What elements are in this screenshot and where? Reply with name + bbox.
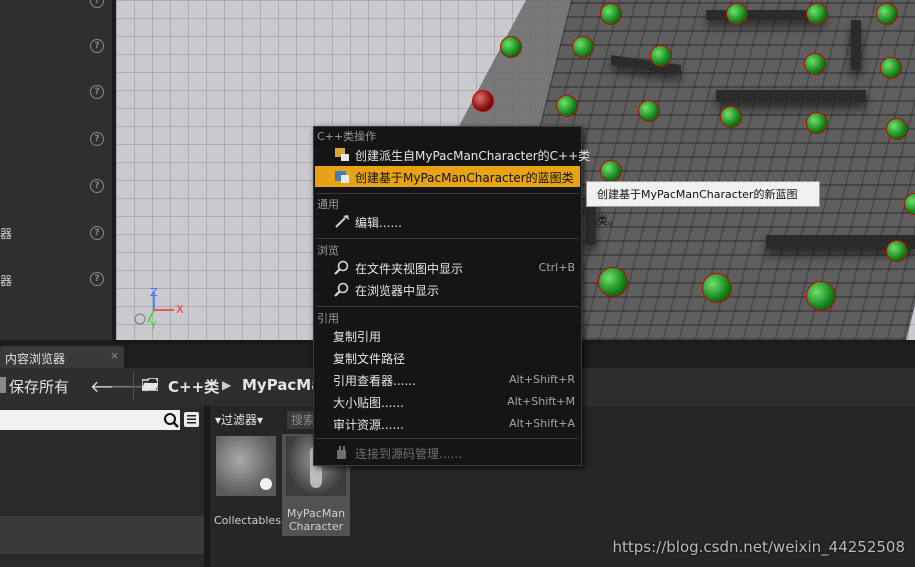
shortcut-label: Ctrl+B [538, 261, 575, 274]
help-icon[interactable]: ? [90, 179, 104, 193]
menu-item-create-blueprint-class[interactable]: 创建基于MyPacManCharacter的蓝图类 [315, 166, 580, 187]
search-icon[interactable] [163, 412, 179, 428]
folder-search-input[interactable] [0, 410, 180, 430]
pellet [600, 3, 622, 25]
menu-section-browse: 浏览 [317, 244, 339, 257]
menu-item-audit-assets[interactable]: 审计资源...... Alt+Shift+A [315, 413, 580, 434]
menu-divider [316, 306, 579, 307]
pellet [598, 267, 628, 297]
tab-content-browser-label: 内容浏览器 [5, 352, 66, 366]
save-all-button[interactable]: 保存所有 [9, 376, 69, 397]
help-icon[interactable]: ? [90, 226, 104, 240]
detail-property-label: 器 [0, 227, 13, 241]
chevron-right-icon[interactable]: ▶ [222, 378, 231, 392]
pellet [650, 45, 672, 67]
pellet [804, 53, 826, 75]
menu-divider [316, 438, 579, 439]
pellet [720, 106, 742, 128]
menu-divider [316, 238, 579, 239]
details-panel: ? ? ? ? ? ? ? 器 器 [0, 0, 116, 340]
asset-name: MyPacMan [286, 507, 346, 520]
pellet [806, 112, 828, 134]
pellet [806, 3, 828, 25]
menu-section-references: 引用 [317, 312, 339, 325]
shortcut-label: Alt+Shift+M [507, 395, 575, 408]
menu-item-connect-source-control[interactable]: 连接到源码管理...... [315, 442, 580, 463]
axis-label-x: X [176, 303, 184, 316]
wrench-icon [335, 215, 349, 228]
context-menu: C++类操作 创建派生自MyPacManCharacter的C++类 创建基于M… [313, 126, 590, 466]
list-view-icon[interactable] [184, 412, 199, 427]
shortcut-label: Alt+Shift+R [509, 373, 575, 386]
axis-gizmo: Z X Y [134, 288, 184, 332]
help-icon[interactable]: ? [90, 85, 104, 99]
pellet [886, 118, 908, 140]
menu-item-reference-viewer[interactable]: 引用查看器...... Alt+Shift+R [315, 369, 580, 390]
help-icon[interactable]: ? [90, 0, 104, 8]
menu-item-create-cpp-class[interactable]: 创建派生自MyPacManCharacter的C++类 [315, 144, 590, 165]
help-icon[interactable]: ? [90, 132, 104, 146]
source-control-icon [337, 446, 346, 459]
help-icon[interactable]: ? [90, 272, 104, 286]
axis-label-y: Y [149, 319, 157, 332]
help-icon[interactable]: ? [90, 39, 104, 53]
detail-property-label: 器 [0, 274, 13, 288]
axis-label-z: Z [150, 288, 158, 299]
magnify-icon [334, 282, 349, 297]
menu-item-edit[interactable]: 编辑...... [315, 211, 580, 232]
asset-tile-collectables[interactable]: Collectables [214, 434, 281, 536]
save-icon[interactable] [0, 377, 6, 393]
pellet [572, 36, 594, 58]
pellet [876, 3, 898, 25]
blueprint-class-icon [335, 171, 349, 183]
maze-wall [716, 90, 866, 102]
pellet [806, 281, 836, 311]
pellet [880, 57, 902, 79]
magnify-icon [334, 260, 349, 275]
cpp-class-icon [335, 148, 349, 161]
tooltip: 创建基于MyPacManCharacter的新蓝图类。 [586, 181, 820, 227]
asset-name: Character [288, 520, 344, 533]
pellet [500, 36, 522, 58]
shortcut-label: Alt+Shift+A [509, 417, 575, 430]
asset-thumbnail [216, 436, 276, 496]
breadcrumb-item[interactable]: C++类 [168, 376, 219, 397]
menu-item-show-in-browser[interactable]: 在浏览器中显示 [315, 279, 580, 300]
menu-item-show-in-folder-view[interactable]: 在文件夹视图中显示 Ctrl+B [315, 257, 580, 278]
pellet [472, 90, 494, 112]
pellet [556, 95, 578, 117]
maze-wall [851, 20, 861, 70]
filter-button[interactable]: ▾过滤器▾ [215, 411, 279, 429]
menu-section-cpp: C++类操作 [317, 130, 377, 143]
menu-item-copy-file-path[interactable]: 复制文件路径 [315, 347, 580, 368]
menu-divider [316, 193, 579, 194]
asset-name: Collectables [214, 514, 281, 527]
folder-icon [142, 378, 158, 391]
folder-tree-row[interactable] [0, 516, 204, 554]
pellet [600, 160, 622, 182]
watermark: https://blog.csdn.net/weixin_44252508 [612, 538, 905, 556]
close-icon[interactable]: × [110, 349, 119, 362]
pellet [886, 240, 908, 262]
menu-item-size-map[interactable]: 大小贴图...... Alt+Shift+M [315, 391, 580, 412]
pellet [638, 100, 660, 122]
pellet [702, 273, 732, 303]
pellet [726, 3, 748, 25]
menu-section-general: 通用 [317, 198, 339, 211]
toolbar-divider [133, 372, 134, 400]
menu-item-copy-reference[interactable]: 复制引用 [315, 325, 580, 346]
